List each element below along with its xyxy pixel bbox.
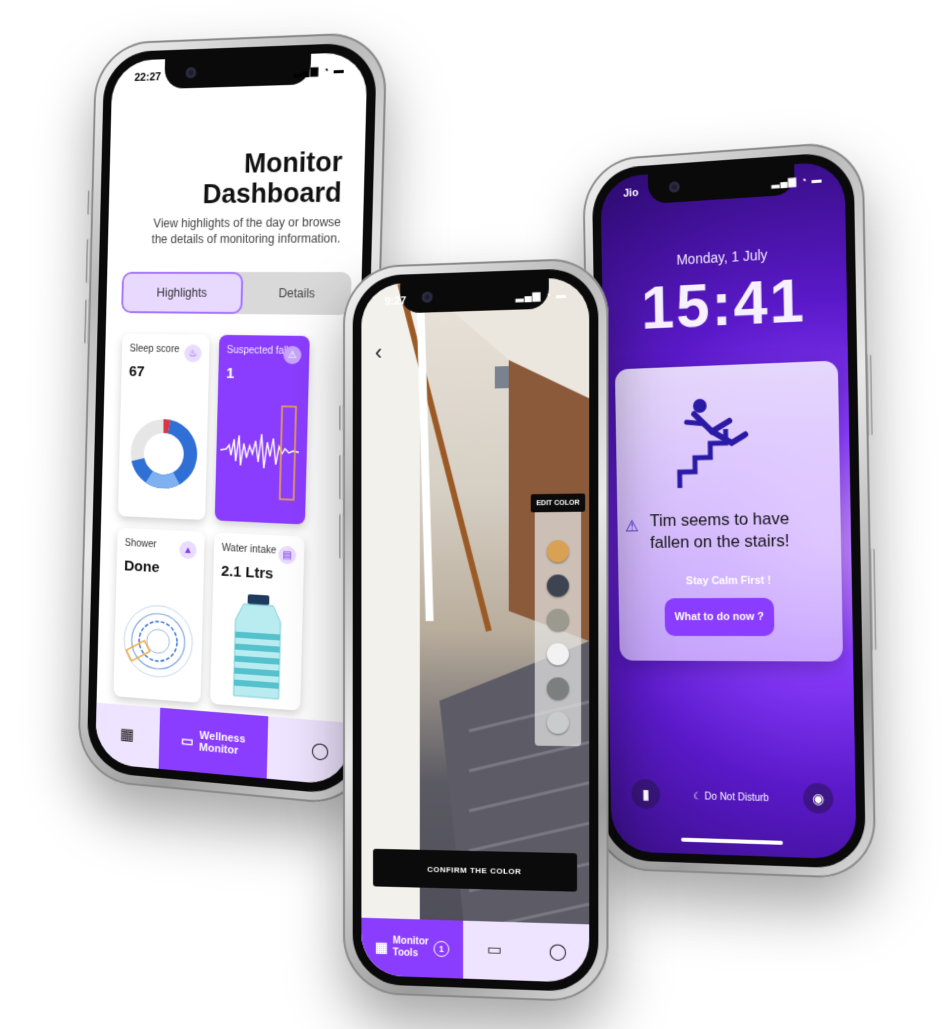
nav-tools-label-line2: Tools <box>392 947 419 960</box>
tab-highlights[interactable]: Highlights <box>121 271 244 315</box>
what-to-do-button[interactable]: What to do now ? <box>664 597 775 637</box>
swatch-2[interactable] <box>546 574 569 597</box>
screen: 9:27 ▂▄▆ ◔ ▬ ‹ EDIT COLOR CONFIRM THE CO… <box>361 276 590 984</box>
page-title-line2: Dashboard <box>202 177 343 210</box>
shower-label: Shower <box>124 537 157 551</box>
info-badge: 1 <box>433 940 450 958</box>
status-time: 9:27 <box>384 295 407 308</box>
side-button <box>869 548 877 651</box>
carrier-label: Jio <box>623 186 639 200</box>
swatch-1[interactable] <box>546 540 569 563</box>
shower-radial-chart <box>119 585 197 697</box>
mute-switch <box>87 189 93 216</box>
shower-value: Done <box>123 557 160 577</box>
chip-icon: ▦ <box>375 938 388 955</box>
swatch-4[interactable] <box>546 643 569 666</box>
camera-shortcut-icon[interactable]: ◉ <box>802 782 834 815</box>
volume-down-button <box>84 299 90 344</box>
chip-icon[interactable]: ▦ <box>120 724 135 745</box>
calm-text: Stay Calm First ! <box>685 574 772 588</box>
bottom-nav: ▦ ▭ Wellness Monitor ◯ <box>95 702 351 787</box>
status-icons: ▂▄▆ ◔ ▬ <box>515 289 567 303</box>
swatch-3[interactable] <box>546 608 569 632</box>
sleep-score-card[interactable]: Sleep score ♨ 67 <box>117 333 210 520</box>
screen: 22:27 ▂▄▆ ◔ ▬ Monitor Dashboard View hig… <box>95 51 368 787</box>
alert-message: Tim seems to have fallen on the stairs! <box>649 508 790 552</box>
screen: Jio ▂▄▆ ◔ ▬ Monday, 1 July 15:41 ⚠ Tim s… <box>600 160 857 860</box>
page-subtitle: View highlights of the day or browse the… <box>151 214 342 247</box>
water-intake-value: 2.1 Ltrs <box>220 562 274 583</box>
power-button <box>866 354 873 436</box>
sleep-score-value: 67 <box>128 363 145 381</box>
water-bottle-icon <box>222 594 293 706</box>
segmented-control: Highlights Details <box>121 271 352 316</box>
nav-wellness-monitor[interactable]: ▭ Wellness Monitor <box>158 707 269 779</box>
edit-color-label: EDIT COLOR <box>530 493 586 513</box>
bezel: 22:27 ▂▄▆ ◔ ▬ Monitor Dashboard View hig… <box>86 42 377 797</box>
profile-icon[interactable]: ◯ <box>311 740 329 762</box>
nav-wellness-label: Wellness Monitor <box>199 730 246 758</box>
tab-details[interactable]: Details <box>243 272 352 315</box>
status-time: 22:27 <box>134 71 162 84</box>
dnd-label: Do Not Disturb <box>704 791 770 805</box>
status-icons: ▂▄▆ ◔ ▬ <box>771 174 823 189</box>
status-icons: ▂▄▆ ◔ ▬ <box>293 64 345 78</box>
fall-waveform <box>219 395 304 508</box>
sleep-donut-chart <box>126 399 203 510</box>
nav-tools-label: Monitor Tools <box>393 935 429 960</box>
volume-down-button <box>339 513 345 559</box>
bed-icon: ♨ <box>184 344 202 363</box>
page-title: Monitor Dashboard <box>202 147 343 210</box>
bezel: Jio ▂▄▆ ◔ ▬ Monday, 1 July 15:41 ⚠ Tim s… <box>591 150 866 870</box>
home-indicator[interactable] <box>681 837 783 845</box>
mute-switch <box>339 404 345 431</box>
volume-up-button <box>339 454 345 500</box>
bottom-nav: ▦ Monitor Tools 1 ▭ ◯ <box>361 917 590 984</box>
suspected-fall-value: 1 <box>225 364 235 383</box>
suspected-fall-label: Suspected fall <box>226 344 289 357</box>
monitor-icon[interactable]: ▭ <box>487 939 502 960</box>
back-button[interactable]: ‹ <box>375 340 382 366</box>
fall-on-stairs-icon <box>673 398 764 492</box>
swatch-6[interactable] <box>546 711 569 734</box>
nav-monitor-tools[interactable]: ▦ Monitor Tools 1 <box>361 917 464 979</box>
status-bar: 22:27 ▂▄▆ ◔ ▬ <box>112 62 368 91</box>
monitor-icon: ▭ <box>180 731 194 749</box>
nav-tools-label-line1: Monitor <box>392 935 429 948</box>
confirm-color-button[interactable]: CONFIRM THE COLOR <box>373 848 578 892</box>
water-intake-label: Water intake <box>221 542 277 557</box>
fall-icon: ⚠ <box>283 345 302 365</box>
shower-card[interactable]: Shower ▲ Done <box>113 527 205 703</box>
lock-time: 15:41 <box>640 265 807 343</box>
nav-wellness-label-line2: Monitor <box>199 741 239 757</box>
swatch-5[interactable] <box>546 677 569 700</box>
suspected-fall-card[interactable]: Suspected fall ⚠ 1 <box>214 334 310 525</box>
glass-icon: ▤ <box>278 545 297 565</box>
phone-lock-screen: Jio ▂▄▆ ◔ ▬ Monday, 1 July 15:41 ⚠ Tim s… <box>582 139 877 880</box>
shower-icon: ▲ <box>179 540 197 560</box>
page-title-line1: Monitor <box>243 146 343 179</box>
water-intake-card[interactable]: Water intake ▤ 2.1 Ltrs <box>210 532 305 711</box>
edit-color-panel: EDIT COLOR <box>530 493 586 747</box>
fall-alert-card[interactable]: ⚠ Tim seems to have fallen on the stairs… <box>614 360 844 662</box>
bezel: 9:27 ▂▄▆ ◔ ▬ ‹ EDIT COLOR CONFIRM THE CO… <box>352 267 599 993</box>
phone-monitor-tools: 9:27 ▂▄▆ ◔ ▬ ‹ EDIT COLOR CONFIRM THE CO… <box>339 257 609 1003</box>
sleep-score-label: Sleep score <box>129 343 180 356</box>
alarm-icon: ⚠ <box>624 518 639 536</box>
volume-up-button <box>85 238 92 284</box>
profile-icon[interactable]: ◯ <box>549 941 567 962</box>
